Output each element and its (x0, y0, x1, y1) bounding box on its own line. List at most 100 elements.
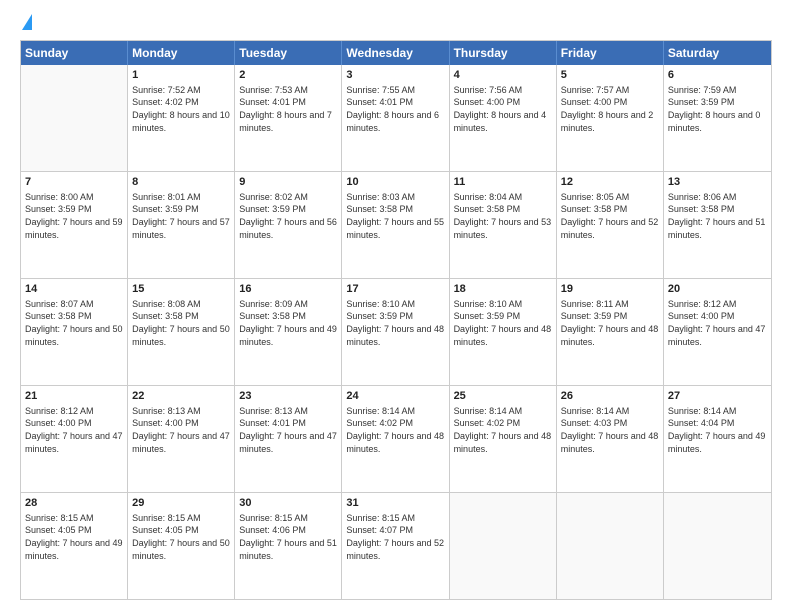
cell-info: Sunrise: 8:14 AMSunset: 4:02 PMDaylight:… (454, 405, 552, 455)
cal-cell: 29Sunrise: 8:15 AMSunset: 4:05 PMDayligh… (128, 493, 235, 599)
page: SundayMondayTuesdayWednesdayThursdayFrid… (0, 0, 792, 612)
day-number: 18 (454, 282, 552, 297)
cell-info: Sunrise: 8:12 AMSunset: 4:00 PMDaylight:… (25, 405, 123, 455)
calendar-row-2: 7Sunrise: 8:00 AMSunset: 3:59 PMDaylight… (21, 172, 771, 279)
cal-cell: 1Sunrise: 7:52 AMSunset: 4:02 PMDaylight… (128, 65, 235, 171)
cell-info: Sunrise: 8:02 AMSunset: 3:59 PMDaylight:… (239, 191, 337, 241)
cal-cell: 27Sunrise: 8:14 AMSunset: 4:04 PMDayligh… (664, 386, 771, 492)
calendar-body: 1Sunrise: 7:52 AMSunset: 4:02 PMDaylight… (21, 65, 771, 599)
cal-cell: 16Sunrise: 8:09 AMSunset: 3:58 PMDayligh… (235, 279, 342, 385)
logo (20, 18, 32, 30)
day-number: 3 (346, 68, 444, 83)
cell-info: Sunrise: 8:14 AMSunset: 4:03 PMDaylight:… (561, 405, 659, 455)
cal-cell (664, 493, 771, 599)
day-number: 28 (25, 496, 123, 511)
header-day-monday: Monday (128, 41, 235, 65)
calendar: SundayMondayTuesdayWednesdayThursdayFrid… (20, 40, 772, 600)
cell-info: Sunrise: 8:00 AMSunset: 3:59 PMDaylight:… (25, 191, 123, 241)
cell-info: Sunrise: 7:59 AMSunset: 3:59 PMDaylight:… (668, 84, 767, 134)
cell-info: Sunrise: 8:15 AMSunset: 4:05 PMDaylight:… (25, 512, 123, 562)
day-number: 30 (239, 496, 337, 511)
day-number: 25 (454, 389, 552, 404)
cal-cell: 31Sunrise: 8:15 AMSunset: 4:07 PMDayligh… (342, 493, 449, 599)
cell-info: Sunrise: 8:13 AMSunset: 4:01 PMDaylight:… (239, 405, 337, 455)
day-number: 17 (346, 282, 444, 297)
cal-cell: 26Sunrise: 8:14 AMSunset: 4:03 PMDayligh… (557, 386, 664, 492)
day-number: 26 (561, 389, 659, 404)
day-number: 19 (561, 282, 659, 297)
cell-info: Sunrise: 7:56 AMSunset: 4:00 PMDaylight:… (454, 84, 552, 134)
cell-info: Sunrise: 8:08 AMSunset: 3:58 PMDaylight:… (132, 298, 230, 348)
cal-cell: 5Sunrise: 7:57 AMSunset: 4:00 PMDaylight… (557, 65, 664, 171)
cell-info: Sunrise: 8:01 AMSunset: 3:59 PMDaylight:… (132, 191, 230, 241)
cal-cell: 2Sunrise: 7:53 AMSunset: 4:01 PMDaylight… (235, 65, 342, 171)
calendar-row-5: 28Sunrise: 8:15 AMSunset: 4:05 PMDayligh… (21, 493, 771, 599)
cell-info: Sunrise: 8:14 AMSunset: 4:04 PMDaylight:… (668, 405, 767, 455)
cal-cell: 21Sunrise: 8:12 AMSunset: 4:00 PMDayligh… (21, 386, 128, 492)
day-number: 13 (668, 175, 767, 190)
header-day-saturday: Saturday (664, 41, 771, 65)
day-number: 22 (132, 389, 230, 404)
cal-cell: 4Sunrise: 7:56 AMSunset: 4:00 PMDaylight… (450, 65, 557, 171)
day-number: 27 (668, 389, 767, 404)
cell-info: Sunrise: 7:52 AMSunset: 4:02 PMDaylight:… (132, 84, 230, 134)
cell-info: Sunrise: 8:06 AMSunset: 3:58 PMDaylight:… (668, 191, 767, 241)
cell-info: Sunrise: 8:04 AMSunset: 3:58 PMDaylight:… (454, 191, 552, 241)
day-number: 20 (668, 282, 767, 297)
day-number: 31 (346, 496, 444, 511)
cal-cell (557, 493, 664, 599)
day-number: 21 (25, 389, 123, 404)
cal-cell: 6Sunrise: 7:59 AMSunset: 3:59 PMDaylight… (664, 65, 771, 171)
logo-triangle-icon (22, 14, 32, 30)
cell-info: Sunrise: 8:09 AMSunset: 3:58 PMDaylight:… (239, 298, 337, 348)
cal-cell: 10Sunrise: 8:03 AMSunset: 3:58 PMDayligh… (342, 172, 449, 278)
cell-info: Sunrise: 8:15 AMSunset: 4:06 PMDaylight:… (239, 512, 337, 562)
cell-info: Sunrise: 8:11 AMSunset: 3:59 PMDaylight:… (561, 298, 659, 348)
cell-info: Sunrise: 8:10 AMSunset: 3:59 PMDaylight:… (346, 298, 444, 348)
header-day-tuesday: Tuesday (235, 41, 342, 65)
cell-info: Sunrise: 8:14 AMSunset: 4:02 PMDaylight:… (346, 405, 444, 455)
cal-cell: 30Sunrise: 8:15 AMSunset: 4:06 PMDayligh… (235, 493, 342, 599)
day-number: 10 (346, 175, 444, 190)
cal-cell: 9Sunrise: 8:02 AMSunset: 3:59 PMDaylight… (235, 172, 342, 278)
calendar-row-3: 14Sunrise: 8:07 AMSunset: 3:58 PMDayligh… (21, 279, 771, 386)
cal-cell: 12Sunrise: 8:05 AMSunset: 3:58 PMDayligh… (557, 172, 664, 278)
cal-cell: 28Sunrise: 8:15 AMSunset: 4:05 PMDayligh… (21, 493, 128, 599)
day-number: 5 (561, 68, 659, 83)
calendar-row-1: 1Sunrise: 7:52 AMSunset: 4:02 PMDaylight… (21, 65, 771, 172)
cell-info: Sunrise: 8:03 AMSunset: 3:58 PMDaylight:… (346, 191, 444, 241)
cal-cell: 23Sunrise: 8:13 AMSunset: 4:01 PMDayligh… (235, 386, 342, 492)
cal-cell: 15Sunrise: 8:08 AMSunset: 3:58 PMDayligh… (128, 279, 235, 385)
cell-info: Sunrise: 8:13 AMSunset: 4:00 PMDaylight:… (132, 405, 230, 455)
cal-cell: 14Sunrise: 8:07 AMSunset: 3:58 PMDayligh… (21, 279, 128, 385)
cell-info: Sunrise: 7:57 AMSunset: 4:00 PMDaylight:… (561, 84, 659, 134)
day-number: 14 (25, 282, 123, 297)
cal-cell: 3Sunrise: 7:55 AMSunset: 4:01 PMDaylight… (342, 65, 449, 171)
day-number: 23 (239, 389, 337, 404)
day-number: 16 (239, 282, 337, 297)
cal-cell: 22Sunrise: 8:13 AMSunset: 4:00 PMDayligh… (128, 386, 235, 492)
cell-info: Sunrise: 8:15 AMSunset: 4:05 PMDaylight:… (132, 512, 230, 562)
cal-cell: 24Sunrise: 8:14 AMSunset: 4:02 PMDayligh… (342, 386, 449, 492)
day-number: 1 (132, 68, 230, 83)
cell-info: Sunrise: 8:10 AMSunset: 3:59 PMDaylight:… (454, 298, 552, 348)
calendar-row-4: 21Sunrise: 8:12 AMSunset: 4:00 PMDayligh… (21, 386, 771, 493)
calendar-header: SundayMondayTuesdayWednesdayThursdayFrid… (21, 41, 771, 65)
day-number: 11 (454, 175, 552, 190)
cal-cell: 25Sunrise: 8:14 AMSunset: 4:02 PMDayligh… (450, 386, 557, 492)
day-number: 9 (239, 175, 337, 190)
header (20, 18, 772, 30)
day-number: 15 (132, 282, 230, 297)
cal-cell: 11Sunrise: 8:04 AMSunset: 3:58 PMDayligh… (450, 172, 557, 278)
day-number: 2 (239, 68, 337, 83)
day-number: 6 (668, 68, 767, 83)
header-day-friday: Friday (557, 41, 664, 65)
cal-cell: 18Sunrise: 8:10 AMSunset: 3:59 PMDayligh… (450, 279, 557, 385)
cal-cell: 13Sunrise: 8:06 AMSunset: 3:58 PMDayligh… (664, 172, 771, 278)
cell-info: Sunrise: 7:53 AMSunset: 4:01 PMDaylight:… (239, 84, 337, 134)
day-number: 12 (561, 175, 659, 190)
day-number: 29 (132, 496, 230, 511)
cell-info: Sunrise: 7:55 AMSunset: 4:01 PMDaylight:… (346, 84, 444, 134)
header-day-wednesday: Wednesday (342, 41, 449, 65)
day-number: 8 (132, 175, 230, 190)
